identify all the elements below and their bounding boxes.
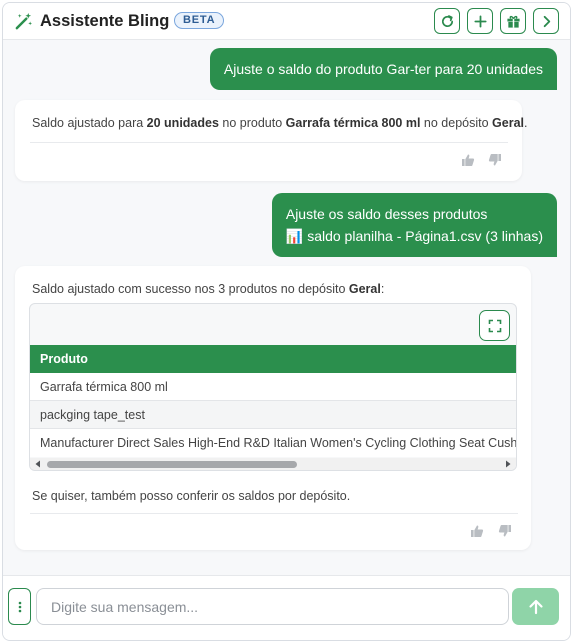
assistant-message: Saldo ajustado com sucesso nos 3 produto… xyxy=(15,266,531,550)
collapse-panel-button[interactable] xyxy=(533,8,559,34)
plus-icon xyxy=(473,14,487,28)
gift-button[interactable] xyxy=(500,8,526,34)
thumbs-down-icon xyxy=(488,154,501,166)
thumbs-up-button[interactable] xyxy=(461,153,475,167)
assistant-panel: Assistente Bling BETA Ajuste o saldo do … xyxy=(2,2,571,641)
thumbs-up-button[interactable] xyxy=(470,524,484,538)
user-message: Ajuste os saldo desses produtos 📊 saldo … xyxy=(271,193,557,257)
thumbs-down-icon xyxy=(498,525,511,537)
magic-wand-icon xyxy=(15,12,33,30)
scroll-right-icon[interactable] xyxy=(504,460,512,468)
spreadsheet-icon: 📊 xyxy=(285,228,304,244)
table-header-produto: Produto xyxy=(30,345,516,373)
thumbs-down-button[interactable] xyxy=(488,153,502,167)
expand-table-button[interactable] xyxy=(479,310,510,341)
attached-file-name: saldo planilha - Página1.csv (3 linhas) xyxy=(307,228,543,244)
message-input[interactable] xyxy=(36,588,509,625)
attached-file[interactable]: 📊 saldo planilha - Página1.csv (3 linhas… xyxy=(286,225,543,247)
refresh-icon xyxy=(441,14,453,27)
scroll-thumb[interactable] xyxy=(47,461,297,468)
assistant-message-text: Saldo ajustado para 20 unidades no produ… xyxy=(32,116,528,130)
app-title: Assistente Bling xyxy=(40,12,170,30)
thumbs-up-icon xyxy=(471,525,484,537)
user-message-text: Ajuste os saldo desses produtos xyxy=(285,206,488,222)
scroll-left-icon[interactable] xyxy=(34,460,42,468)
composer xyxy=(3,575,570,640)
results-table: Produto Garrafa térmica 800 ml packging … xyxy=(29,303,517,471)
assistant-message: Saldo ajustado para 20 unidades no produ… xyxy=(15,100,528,181)
table-row: Garrafa térmica 800 ml xyxy=(30,373,516,401)
thumbs-up-icon xyxy=(462,154,475,166)
header: Assistente Bling BETA xyxy=(3,3,570,40)
user-message-text: Ajuste o saldo do produto Gar-ter para 2… xyxy=(223,61,543,77)
horizontal-scrollbar[interactable] xyxy=(30,458,516,470)
divider xyxy=(30,142,508,143)
chevron-right-icon xyxy=(543,15,550,27)
new-chat-button[interactable] xyxy=(467,8,493,34)
assistant-message-text: Saldo ajustado com sucesso nos 3 produto… xyxy=(32,282,385,296)
send-button[interactable] xyxy=(512,588,559,625)
gift-icon xyxy=(506,15,520,28)
beta-badge: BETA xyxy=(174,12,225,29)
arrow-up-icon xyxy=(528,599,543,614)
table-row: packging tape_test xyxy=(30,401,516,429)
thumbs-down-button[interactable] xyxy=(498,524,512,538)
refresh-button[interactable] xyxy=(434,8,460,34)
vertical-dots-icon xyxy=(18,601,21,612)
more-options-button[interactable] xyxy=(8,588,31,625)
table-row: Manufacturer Direct Sales High-End R&D I… xyxy=(30,429,516,457)
assistant-followup-text: Se quiser, também posso conferir os sald… xyxy=(32,489,351,503)
expand-icon xyxy=(488,319,501,332)
divider xyxy=(30,513,518,514)
user-message: Ajuste o saldo do produto Gar-ter para 2… xyxy=(209,48,557,90)
